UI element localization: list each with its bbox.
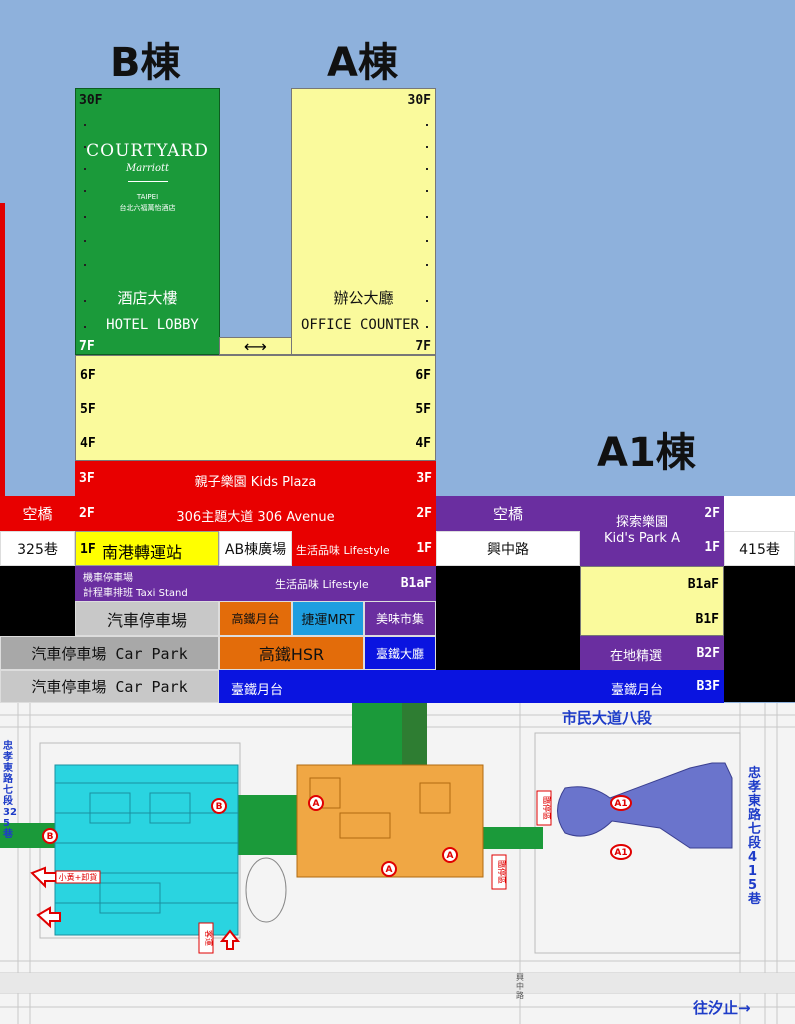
hsr-platform: 高鐵月台: [219, 601, 292, 636]
podium-4f-right: 4F: [415, 436, 431, 451]
explore-en: Kid's Park A: [604, 531, 680, 546]
row-b1af: 機車停車場 計程車排班 Taxi Stand 生活品味 Lifestyle B1…: [75, 566, 436, 601]
building-b-title: B棟: [110, 40, 181, 86]
transit-station: 1F 南港轉運站: [75, 531, 219, 566]
map-road-left: 忠孝東路七段325巷: [3, 741, 17, 840]
map-road-right: 忠孝東路七段415巷: [748, 766, 762, 907]
map-marker-b1: B: [216, 802, 223, 812]
local-selection-label: 在地精選: [610, 649, 663, 664]
skybridge-right: 空橋: [436, 496, 580, 531]
building-a1-title: A1棟: [597, 430, 696, 476]
kids-plaza: 親子樂園 Kids Plaza: [194, 475, 317, 490]
white-fill-right: [724, 496, 795, 531]
lifestyle-1f: 生活品味 Lifestyle 1F: [292, 531, 436, 566]
lane-325: 325巷: [0, 531, 75, 566]
map-to-xizhi: 往汐止→: [693, 999, 751, 1017]
a1-b1af: B1aF: [687, 577, 719, 592]
taxi-stand: 計程車排班 Taxi Stand: [83, 588, 188, 599]
hotel-name-cn: 台北六福萬怡酒店: [119, 204, 176, 212]
taipei-label: TAIPEI: [136, 193, 159, 201]
lane-415: 415巷: [724, 531, 795, 566]
explore-2f: 2F: [704, 506, 720, 521]
row-3f: 3F 親子樂園 Kids Plaza 3F: [75, 461, 436, 496]
tower-a-7f: 7F: [415, 339, 431, 354]
bridge-arrow-icon: ⟷: [244, 336, 267, 356]
row-2f: 2F 306主題大道 306 Avenue 2F: [75, 496, 436, 531]
b1-car-park: 汽車停車場: [75, 601, 219, 636]
food-market: 美味市集: [364, 601, 436, 636]
hsr-hall: 高鐵HSR: [219, 636, 364, 670]
a1-b1f: B1F: [695, 612, 719, 627]
ab-plaza: AB棟廣場: [219, 531, 292, 566]
b3-car-park: 汽車停車場 Car Park: [0, 670, 219, 703]
map-keyun-label: 客運: [204, 930, 214, 946]
explore-1f: 1F: [704, 540, 720, 555]
tower-b-7f: 7F: [79, 339, 95, 354]
podium-6f-right: 6F: [415, 368, 431, 383]
row-2f-right-label: 2F: [416, 506, 432, 521]
map-dropoff-label: 小黃+卸貨: [59, 872, 98, 882]
transit-1f: 1F: [80, 542, 96, 557]
tower-b: 30F 7F COURTYARD Marriott TAIPEI 台北六福萬怡酒…: [75, 88, 220, 355]
local-selection: 在地精選 B2F: [580, 636, 724, 670]
courtyard-logo: COURTYARD: [86, 141, 209, 161]
transit-label: 南港轉運站: [102, 543, 183, 562]
site-map-drawing: B B A A A A1 A1 小黃+卸貨 客運 臨停區 臨停區: [0, 703, 795, 1024]
building-a-title: A棟: [327, 40, 398, 86]
row-3f-right-label: 3F: [416, 471, 432, 486]
marriott-logo: Marriott: [125, 163, 170, 174]
b2f-floor: B2F: [696, 646, 720, 661]
black-fill-b2: [436, 636, 580, 670]
logo-divider: [128, 181, 168, 182]
map-bus-stop-1: 臨停區: [542, 796, 552, 820]
podium-5f-left: 5F: [80, 402, 96, 417]
map-marker-a1: A: [313, 799, 320, 809]
tra-hall: 臺鐵大廳: [364, 636, 436, 670]
podium-upper: 6F 5F 4F 6F 5F 4F: [75, 355, 436, 461]
xingzhong-road: 興中路: [436, 531, 580, 566]
black-fill-right: [724, 566, 795, 702]
map-bus-stop-2: 臨停區: [497, 860, 507, 884]
map-marker-a3: A: [447, 851, 454, 861]
office-lobby-en: OFFICE COUNTER: [300, 317, 419, 333]
tower-a-30f: 30F: [407, 93, 431, 108]
306-avenue: 306主題大道 306 Avenue: [176, 510, 335, 525]
map-xingzhong: 興中路: [516, 973, 524, 1000]
explore-cn: 探索樂園: [615, 515, 668, 530]
b1af-floor: B1aF: [400, 576, 432, 591]
mrt: 捷運MRT: [292, 601, 364, 636]
skybridge-left: 空橋: [0, 496, 75, 531]
site-map: B B A A A A1 A1 小黃+卸貨 客運 臨停區 臨停區 市民大道八段 …: [0, 703, 795, 1024]
tower-a: 30F 7F 辦公大廳 OFFICE COUNTER: [291, 88, 436, 355]
hotel-lobby-en: HOTEL LOBBY: [106, 317, 199, 333]
a1-basement: B1aF B1F: [580, 566, 724, 636]
map-marker-b2: B: [47, 832, 54, 842]
scooter-parking: 機車停車場: [83, 573, 133, 584]
office-lobby-cn: 辦公大廳: [333, 289, 394, 307]
map-marker-a1-top: A1: [614, 799, 627, 809]
b2-car-park: 汽車停車場 Car Park: [0, 636, 219, 670]
podium-4f-left: 4F: [80, 436, 96, 451]
explore-zone: 探索樂園 Kid's Park A 2F 1F: [580, 496, 724, 566]
tower-bridge: ⟷: [219, 336, 292, 356]
lifestyle-1f-floor: 1F: [416, 541, 432, 556]
tower-b-30f: 30F: [79, 93, 103, 108]
podium-6f-left: 6F: [80, 368, 96, 383]
tra-platform-left: 臺鐵月台: [231, 683, 284, 698]
black-fill-left: [0, 566, 75, 636]
tra-platform: 臺鐵月台 臺鐵月台 B3F: [219, 670, 724, 703]
tra-platform-right: 臺鐵月台: [611, 683, 664, 698]
left-edge-strip: [0, 203, 5, 498]
podium-5f-right: 5F: [415, 402, 431, 417]
lifestyle-1f-label: 生活品味 Lifestyle: [296, 544, 390, 557]
map-marker-a1-bottom: A1: [614, 848, 627, 858]
black-fill-mid: [436, 566, 580, 636]
hotel-lobby-cn: 酒店大樓: [117, 289, 178, 307]
map-road-top: 市民大道八段: [562, 709, 653, 727]
b3f-floor: B3F: [696, 679, 720, 694]
map-marker-a2: A: [386, 865, 393, 875]
lifestyle-b1af: 生活品味 Lifestyle: [275, 578, 369, 591]
